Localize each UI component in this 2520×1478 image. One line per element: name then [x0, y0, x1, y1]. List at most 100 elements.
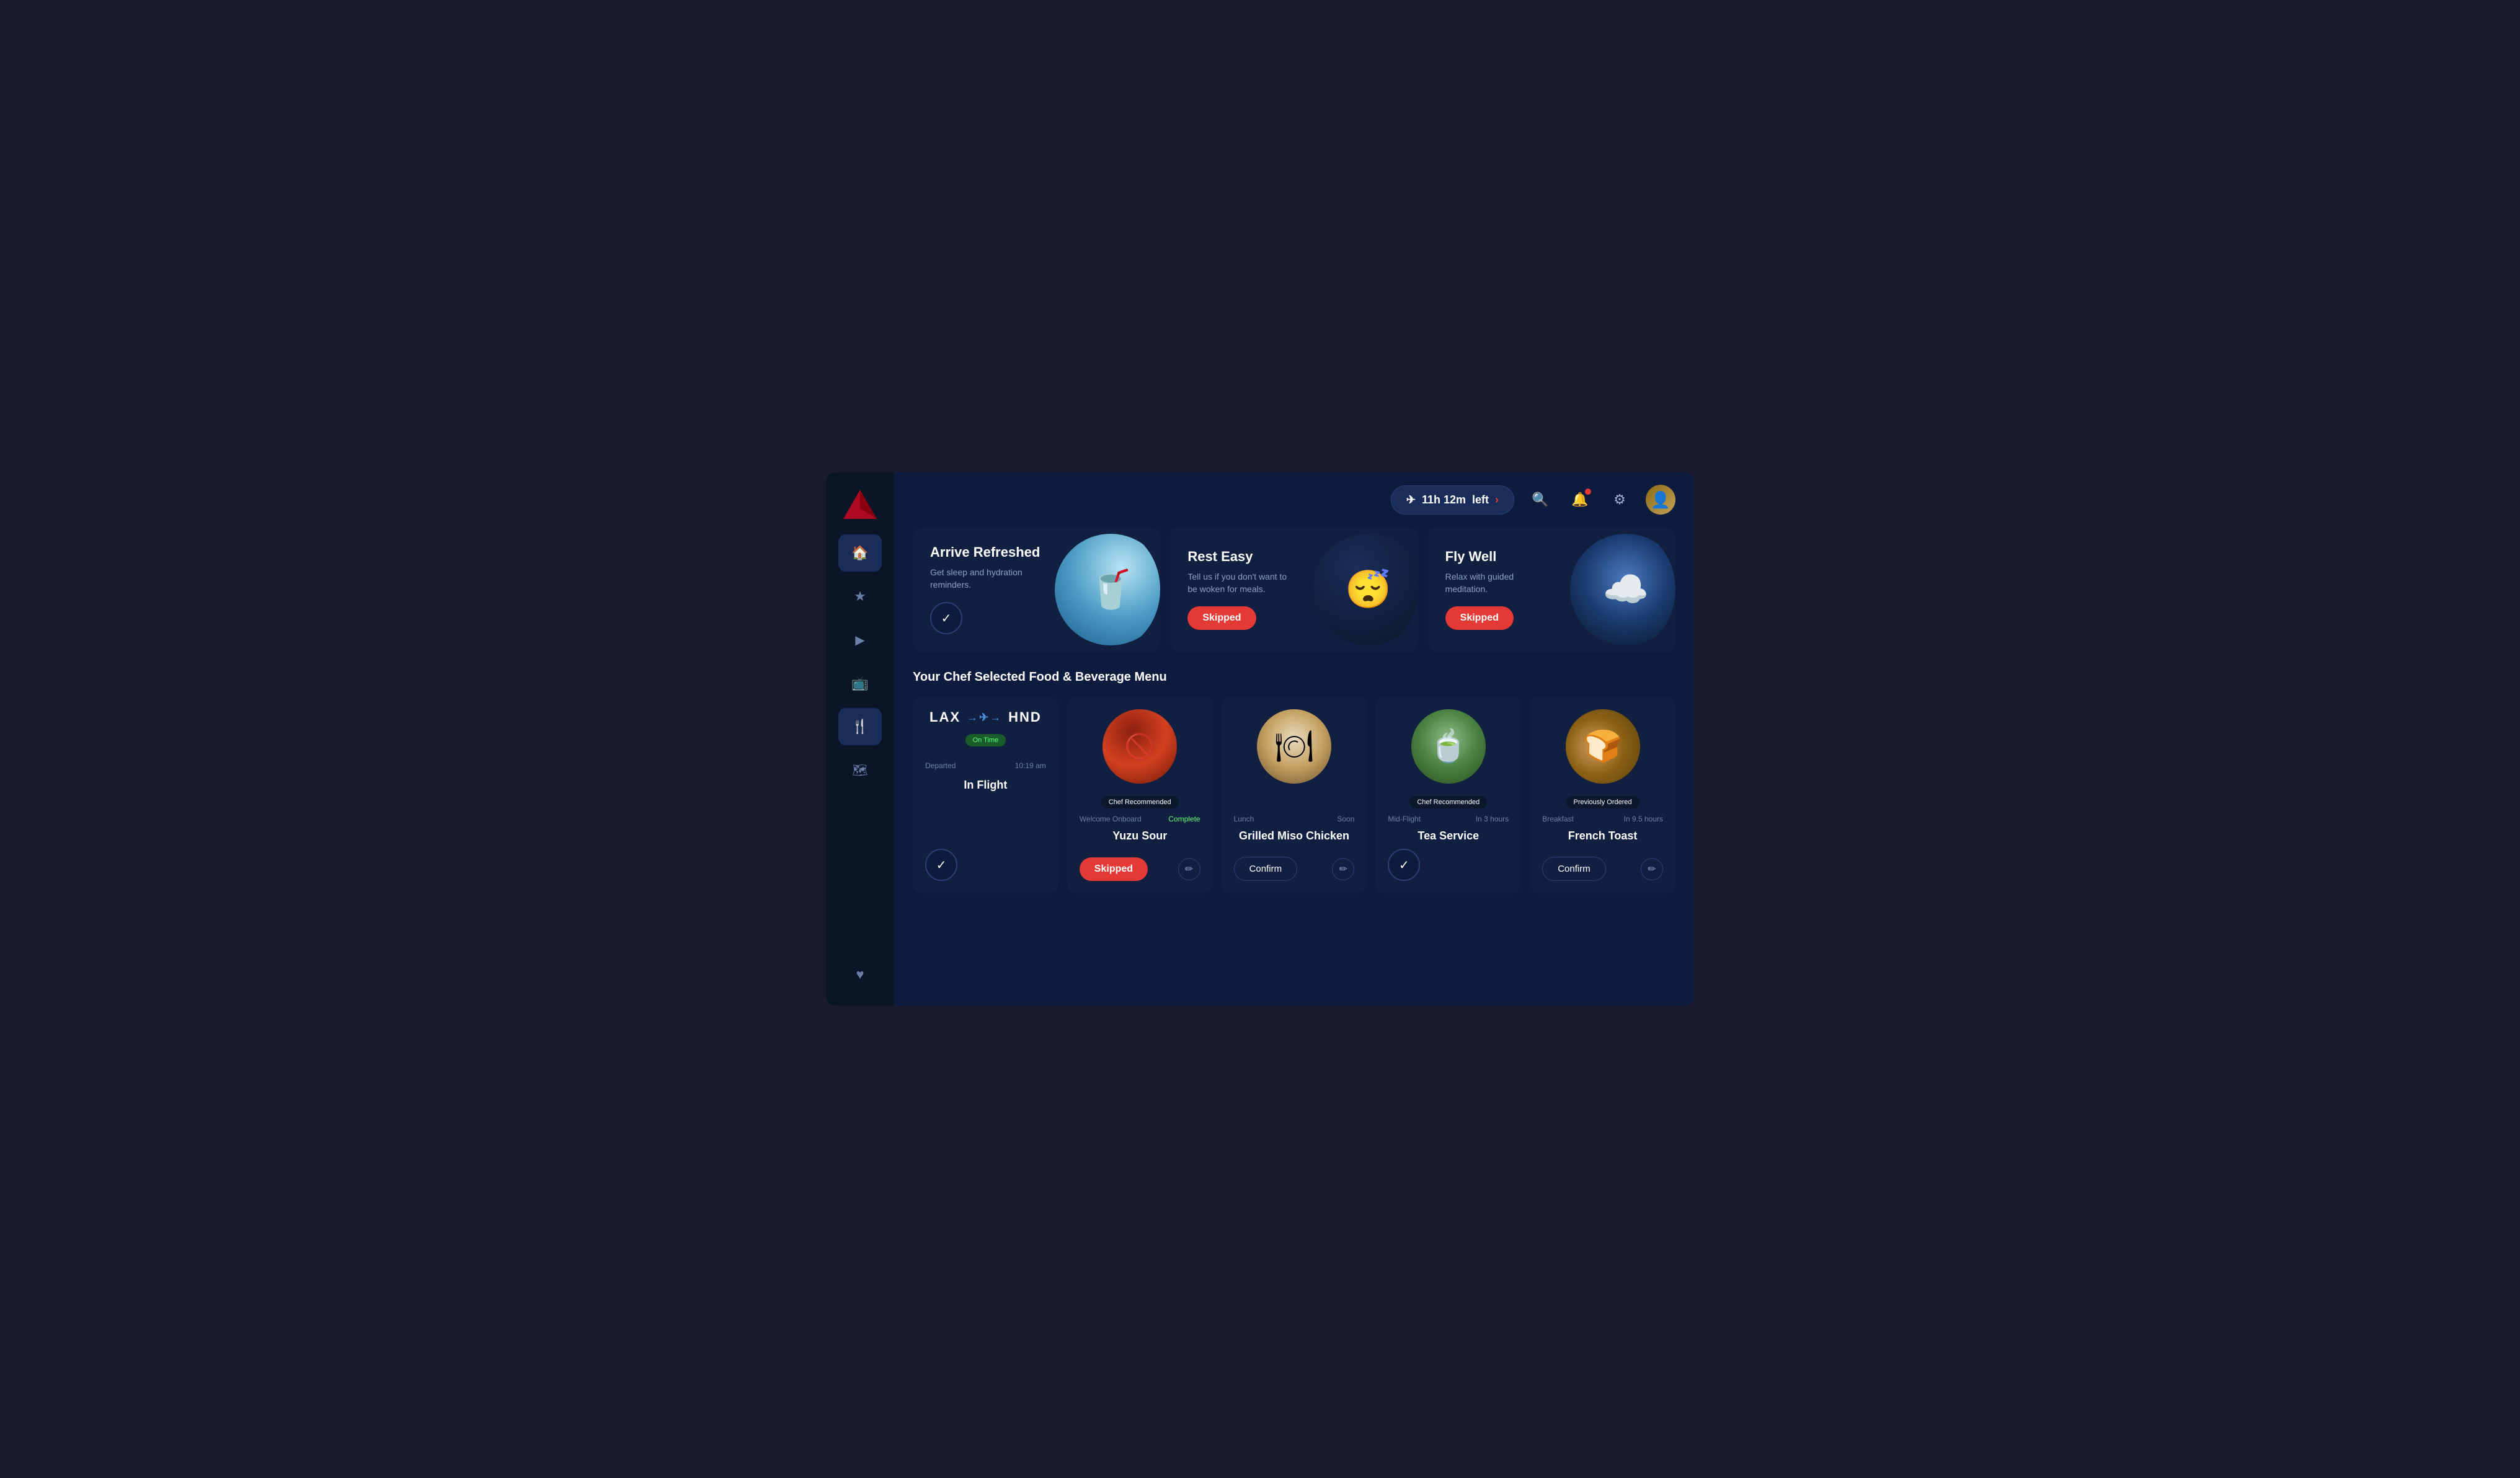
sidebar-item-heart[interactable]: ♥: [838, 956, 882, 993]
grilled-miso-meta-label: Lunch: [1234, 815, 1254, 823]
map-icon: 🗺: [852, 763, 867, 778]
sidebar-item-favorites[interactable]: ★: [838, 578, 882, 615]
fly-well-skipped-button[interactable]: Skipped: [1445, 606, 1514, 630]
avatar-image: 👤: [1651, 490, 1670, 510]
home-icon: 🏠: [851, 545, 868, 561]
promo-card-rest-easy: Rest Easy Tell us if you don't want to b…: [1170, 527, 1418, 652]
in-flight-label: In Flight: [964, 779, 1007, 792]
sidebar-item-tv[interactable]: 📺: [838, 665, 882, 702]
flight-suffix: left: [1472, 493, 1489, 507]
french-toast-meta-value: In 9.5 hours: [1624, 815, 1663, 823]
notifications-button[interactable]: 🔔: [1566, 486, 1594, 513]
grilled-miso-chicken-image: 🍽: [1257, 709, 1331, 784]
grilled-miso-meta-value: Soon: [1337, 815, 1354, 823]
flight-route-meta: Departed 10:19 am: [925, 761, 1046, 770]
promo-cards-row: Arrive Refreshed Get sleep and hydration…: [913, 527, 1675, 652]
settings-button[interactable]: ⚙: [1606, 486, 1633, 513]
promo-card-fly-well-text: Fly Well Relax with guided meditation. S…: [1445, 549, 1545, 630]
tea-service-actions: ✓: [1388, 849, 1509, 881]
french-toast-image: 🍞: [1566, 709, 1640, 784]
flight-route-actions: ✓: [925, 849, 1046, 881]
flight-status-pill[interactable]: ✈ 11h 12m left ›: [1391, 485, 1514, 515]
menu-card-grilled-miso-chicken: 🍽 Lunch Soon Grilled Miso Chicken Confir…: [1222, 697, 1367, 893]
fly-well-image: ☁️: [1564, 527, 1675, 652]
promo-card-fly-well: Fly Well Relax with guided meditation. S…: [1428, 527, 1675, 652]
yuzu-sour-name: Yuzu Sour: [1080, 830, 1200, 843]
promo-card-arrive-refreshed-text: Arrive Refreshed Get sleep and hydration…: [930, 544, 1040, 634]
destination-code: HND: [1008, 709, 1042, 725]
tea-service-check-button[interactable]: ✓: [1388, 849, 1420, 881]
french-toast-confirm-button[interactable]: Confirm: [1542, 857, 1606, 881]
sidebar-item-map[interactable]: 🗺: [838, 751, 882, 789]
dining-icon: 🍴: [851, 719, 868, 735]
app-screen: 🏠 ★ ▶ 📺 🍴 🗺 ♥ ✈ 11h 12m left ›: [826, 472, 1694, 1006]
french-toast-name: French Toast: [1542, 830, 1663, 843]
user-avatar[interactable]: 👤: [1646, 485, 1675, 515]
departed-time: 10:19 am: [1015, 761, 1046, 770]
grilled-miso-badge-spacer: [1234, 796, 1355, 808]
menu-cards-row: LAX →✈→ HND On Time Departed 10:19 am In…: [913, 697, 1675, 893]
promo-fly-well-title: Fly Well: [1445, 549, 1545, 565]
grilled-miso-confirm-button[interactable]: Confirm: [1234, 857, 1298, 881]
promo-fly-well-desc: Relax with guided meditation.: [1445, 571, 1545, 595]
french-toast-meta-label: Breakfast: [1542, 815, 1574, 823]
sidebar: 🏠 ★ ▶ 📺 🍴 🗺 ♥: [826, 472, 894, 1006]
yuzu-sour-meta-value: Complete: [1168, 815, 1200, 823]
promo-card-arrive-refreshed: Arrive Refreshed Get sleep and hydration…: [913, 527, 1160, 652]
menu-section: Your Chef Selected Food & Beverage Menu …: [913, 670, 1675, 893]
rest-easy-skipped-button[interactable]: Skipped: [1187, 606, 1256, 630]
settings-icon: ⚙: [1613, 492, 1626, 508]
on-time-badge: On Time: [965, 734, 1006, 746]
yuzu-sour-edit-button[interactable]: ✏: [1178, 858, 1200, 880]
promo-arrive-refreshed-title: Arrive Refreshed: [930, 544, 1040, 560]
search-button[interactable]: 🔍: [1527, 486, 1554, 513]
yuzu-sour-image: 🚫: [1102, 709, 1177, 784]
on-time-badge-text: On Time: [973, 737, 999, 744]
chevron-right-icon: ›: [1495, 493, 1499, 507]
header: ✈ 11h 12m left › 🔍 🔔 ⚙ 👤: [894, 472, 1694, 527]
menu-card-yuzu-sour: 🚫 Chef Recommended Welcome Onboard Compl…: [1067, 697, 1213, 893]
promo-arrive-refreshed-desc: Get sleep and hydration reminders.: [930, 567, 1029, 591]
sidebar-item-movies[interactable]: ▶: [838, 621, 882, 658]
menu-section-title: Your Chef Selected Food & Beverage Menu: [913, 670, 1675, 684]
arrive-refreshed-check-button[interactable]: ✓: [930, 602, 962, 634]
menu-card-tea-service: 🍵 Chef Recommended Mid-Flight In 3 hours…: [1375, 697, 1521, 893]
in-flight-check-button[interactable]: ✓: [925, 849, 957, 881]
yuzu-sour-meta: Welcome Onboard Complete: [1080, 815, 1200, 823]
french-toast-actions: Confirm ✏: [1542, 857, 1663, 881]
star-icon: ★: [854, 588, 866, 604]
yuzu-sour-actions: Skipped ✏: [1080, 857, 1200, 881]
menu-card-french-toast: 🍞 Previously Ordered Breakfast In 9.5 ho…: [1530, 697, 1675, 893]
route-arrow-icon: →✈→: [967, 711, 1002, 724]
grilled-miso-name: Grilled Miso Chicken: [1234, 830, 1355, 843]
sidebar-item-home[interactable]: 🏠: [838, 534, 882, 572]
promo-rest-easy-title: Rest Easy: [1187, 549, 1287, 565]
play-icon: ▶: [855, 632, 864, 648]
flight-route-display: LAX →✈→ HND: [929, 709, 1042, 725]
heart-icon: ♥: [856, 967, 864, 983]
grilled-miso-actions: Confirm ✏: [1234, 857, 1355, 881]
french-toast-edit-button[interactable]: ✏: [1641, 858, 1663, 880]
tea-service-meta-value: In 3 hours: [1476, 815, 1509, 823]
tea-service-name: Tea Service: [1388, 830, 1509, 843]
flight-time: 11h 12m: [1422, 493, 1466, 507]
promo-card-rest-easy-text: Rest Easy Tell us if you don't want to b…: [1187, 549, 1287, 630]
tea-service-meta: Mid-Flight In 3 hours: [1388, 815, 1509, 823]
french-toast-badge: Previously Ordered: [1566, 796, 1639, 808]
promo-rest-easy-desc: Tell us if you don't want to be woken fo…: [1187, 571, 1287, 595]
search-icon: 🔍: [1532, 492, 1548, 508]
tea-service-badge: Chef Recommended: [1409, 796, 1487, 808]
yuzu-sour-badge: Chef Recommended: [1101, 796, 1179, 808]
tv-icon: 📺: [851, 675, 868, 691]
sidebar-item-dining[interactable]: 🍴: [838, 708, 882, 745]
origin-code: LAX: [929, 709, 961, 725]
grilled-miso-edit-button[interactable]: ✏: [1332, 858, 1354, 880]
tea-service-meta-label: Mid-Flight: [1388, 815, 1421, 823]
yuzu-sour-meta-label: Welcome Onboard: [1080, 815, 1142, 823]
notification-badge: [1585, 489, 1591, 495]
yuzu-sour-skipped-button[interactable]: Skipped: [1080, 857, 1148, 881]
french-toast-meta: Breakfast In 9.5 hours: [1542, 815, 1663, 823]
content-area: Arrive Refreshed Get sleep and hydration…: [894, 527, 1694, 1006]
plane-icon: ✈: [1406, 493, 1416, 507]
rest-easy-image: 😴: [1307, 527, 1418, 652]
